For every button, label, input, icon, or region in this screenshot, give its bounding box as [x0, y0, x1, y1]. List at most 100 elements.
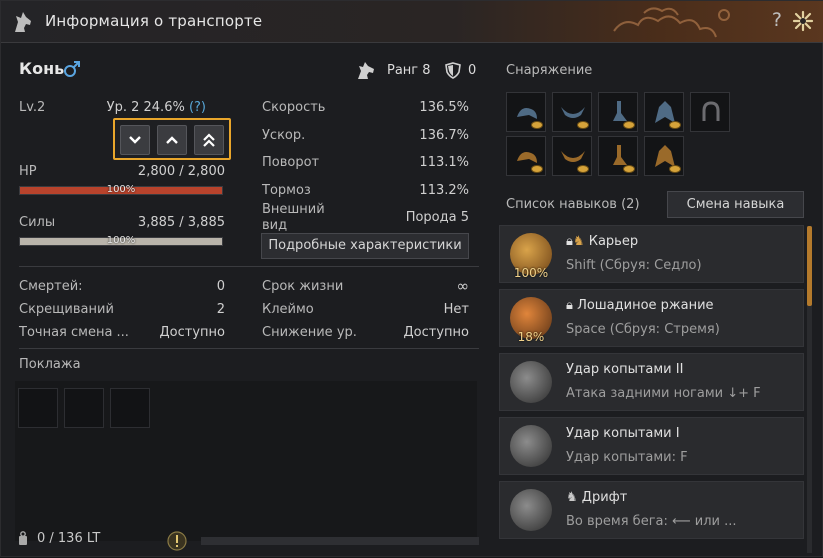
- equipment-slot-saddle-outfit[interactable]: [506, 136, 546, 176]
- stamina-value: 3,885 / 3,885: [137, 215, 225, 230]
- chevron-up-icon: [166, 136, 178, 144]
- skill-list: 100% 🔒︎♞ Карьер Shift (Сбруя: Седло) 18%…: [499, 225, 817, 555]
- level-value: Ур. 2 24.6% (?): [107, 100, 206, 115]
- skill-name: 🔒︎♞ Карьер: [566, 234, 638, 249]
- brake-value: 113.2%: [419, 183, 469, 198]
- scrollbar-thumb[interactable]: [807, 226, 812, 306]
- level-down-button[interactable]: [120, 125, 150, 155]
- skill-description: Атака задними ногами ↓+ F: [566, 386, 761, 401]
- divider-top: [19, 266, 479, 267]
- horseshoe-icon: [702, 101, 720, 121]
- stamina-bar: 100%: [19, 235, 223, 246]
- drift-skill-icon: [510, 489, 552, 531]
- equipment-slot-barding[interactable]: [552, 92, 592, 132]
- skill-name-text: Удар копытами II: [566, 362, 684, 377]
- skill-description: Удар копытами: F: [566, 450, 688, 465]
- gold-badge-icon: [669, 165, 681, 173]
- skill-name-text: Лошадиное ржание: [577, 298, 714, 313]
- detailed-stats-button[interactable]: Подробные характеристики: [261, 233, 469, 259]
- equipment-skills-panel: Снаряжение Список навыков (2) Смена навы…: [491, 44, 823, 558]
- gold-badge-icon: [669, 121, 681, 129]
- skill-description: Во время бега: ⟵ или ...: [566, 514, 737, 529]
- hp-bar: 100%: [19, 184, 223, 195]
- appearance-value: Порода 5: [405, 210, 469, 225]
- level-reduction-label: Снижение ур.: [262, 325, 357, 340]
- vehicle-info-window: Информация о транспорте ? Конь Ранг 8 0 …: [0, 0, 823, 557]
- equipment-slot-champron-outfit[interactable]: [644, 136, 684, 176]
- speed-label: Скорость: [262, 100, 326, 115]
- horse-rank-icon: [358, 62, 374, 79]
- equipment-slot-stirrups-outfit[interactable]: [598, 136, 638, 176]
- weight-icon: [19, 531, 27, 545]
- skill-item-kick-2[interactable]: Удар копытами II Атака задними ногами ↓+…: [499, 353, 804, 411]
- horse-rank: Ранг 8: [387, 63, 431, 78]
- gold-badge-icon: [531, 165, 543, 173]
- horse-info-panel: Конь Ранг 8 0 Lv.2 Ур. 2 24.6% (?) HP 2,…: [1, 44, 489, 558]
- stamina-label: Силы: [19, 215, 56, 230]
- speed-value: 136.5%: [419, 100, 469, 115]
- level-max-button[interactable]: [194, 125, 224, 155]
- skill-percent: 18%: [517, 330, 545, 344]
- equipment-slot-horseshoe[interactable]: [690, 92, 730, 132]
- cargo-slot[interactable]: [64, 388, 104, 428]
- equipment-slot-barding-outfit[interactable]: [552, 136, 592, 176]
- gold-badge-icon: [577, 165, 589, 173]
- equipment-slot-champron[interactable]: [644, 92, 684, 132]
- gold-badge-icon: [577, 121, 589, 129]
- skill-list-scrollbar[interactable]: [807, 226, 812, 553]
- level-value-text: Ур. 2 24.6%: [106, 100, 185, 115]
- cargo-slot[interactable]: [110, 388, 150, 428]
- gold-badge-icon: [623, 121, 635, 129]
- breedings-value: 2: [216, 302, 225, 317]
- help-button[interactable]: ?: [772, 9, 782, 31]
- level-help-link[interactable]: (?): [189, 100, 206, 115]
- level-up-button[interactable]: [157, 125, 187, 155]
- skill-name-text: Карьер: [588, 234, 639, 249]
- equipment-title: Снаряжение: [506, 63, 593, 78]
- shield-value: 0: [468, 63, 477, 78]
- skill-item-neigh[interactable]: 18% 🔒︎ Лошадиное ржание Space (Сбруя: Ст…: [499, 289, 804, 347]
- turning-value: 113.1%: [419, 155, 469, 170]
- cargo-inventory: [15, 381, 477, 541]
- skills-title: Список навыков (2): [506, 197, 640, 212]
- kick-skill-icon: [510, 425, 552, 467]
- skill-item-kick-1[interactable]: Удар копытами I Удар копытами: F: [499, 417, 804, 475]
- cargo-weight: 0 / 136 LT: [37, 531, 101, 546]
- lifespan-value: ∞: [456, 277, 470, 295]
- lock-icon: 🔒︎: [566, 234, 573, 249]
- brand-label: Клеймо: [262, 302, 314, 317]
- appearance-label: Внешний вид: [262, 202, 325, 233]
- skill-item-gallop[interactable]: 100% 🔒︎♞ Карьер Shift (Сбруя: Седло): [499, 225, 804, 283]
- divider-middle: [19, 348, 479, 349]
- skill-item-drift[interactable]: ♞ Дрифт Во время бега: ⟵ или ...: [499, 481, 804, 539]
- level-label: Lv.2: [19, 100, 46, 115]
- lifespan-label: Срок жизни: [262, 279, 344, 294]
- level-reduction-value: Доступно: [403, 325, 469, 340]
- close-icon[interactable]: [792, 10, 814, 32]
- cloud-ornament-icon: [613, 7, 730, 38]
- skill-name-text: Дрифт: [581, 490, 628, 505]
- shield-icon: [445, 62, 461, 79]
- cargo-weight-bar: [201, 537, 479, 545]
- skill-percent: 100%: [513, 266, 549, 280]
- equipment-slot-stirrups[interactable]: [598, 92, 638, 132]
- chevron-down-icon: [129, 136, 141, 144]
- precise-change-value: Доступно: [159, 325, 225, 340]
- turning-label: Поворот: [262, 155, 320, 170]
- precise-change-label: Точная смена ...: [19, 325, 129, 340]
- title-bar[interactable]: Информация о транспорте ?: [1, 1, 823, 43]
- window-title: Информация о транспорте: [45, 12, 263, 30]
- warning-icon[interactable]: [167, 531, 187, 551]
- cargo-title: Поклажа: [19, 357, 81, 372]
- level-buttons-group: [113, 118, 231, 160]
- equipment-slot-saddle[interactable]: [506, 92, 546, 132]
- skill-name-text: Удар копытами I: [566, 426, 680, 441]
- skill-description: Space (Сбруя: Стремя): [566, 322, 720, 337]
- skill-name: ♞ Дрифт: [566, 490, 627, 505]
- cargo-slot[interactable]: [18, 388, 58, 428]
- deaths-value: 0: [216, 279, 225, 294]
- deaths-label: Смертей:: [19, 279, 83, 294]
- change-skill-button[interactable]: Смена навыка: [667, 191, 804, 218]
- lock-icon: 🔒︎: [566, 298, 573, 313]
- skill-name: Удар копытами II: [566, 362, 683, 377]
